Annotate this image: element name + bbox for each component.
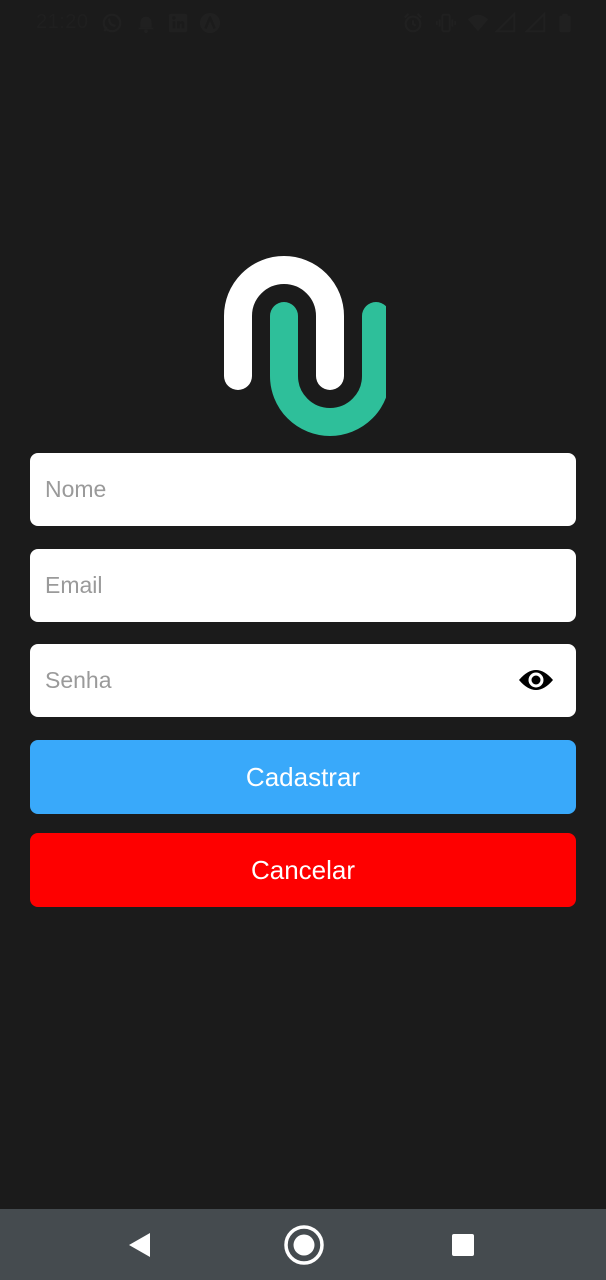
cancel-button[interactable]: Cancelar: [30, 833, 576, 907]
notification-bell-icon: [138, 16, 154, 34]
password-input[interactable]: [30, 644, 576, 717]
app-a-icon: [199, 12, 221, 34]
name-field-container: [30, 453, 576, 526]
name-input[interactable]: [30, 453, 576, 526]
register-button[interactable]: Cadastrar: [30, 740, 576, 814]
battery-icon: [559, 13, 571, 33]
status-time: 21:20: [36, 11, 89, 33]
password-field-container: [30, 644, 576, 717]
wifi-icon: [467, 14, 489, 32]
email-input[interactable]: [30, 549, 576, 622]
home-circle-icon[interactable]: [282, 1223, 326, 1267]
signal-icon: [495, 12, 516, 33]
status-bar: 21:20: [0, 0, 606, 46]
vibrate-icon: [435, 13, 457, 33]
recents-square-icon[interactable]: [451, 1233, 475, 1257]
linkedin-icon: [168, 13, 188, 33]
eye-icon[interactable]: [518, 666, 554, 694]
signal-icon: [525, 12, 546, 33]
navigation-bar: [0, 1209, 606, 1280]
whatsapp-icon: [102, 13, 122, 33]
back-triangle-icon[interactable]: [126, 1231, 154, 1259]
app-logo-icon: [224, 256, 386, 436]
email-field-container: [30, 549, 576, 622]
alarm-icon: [404, 13, 422, 33]
